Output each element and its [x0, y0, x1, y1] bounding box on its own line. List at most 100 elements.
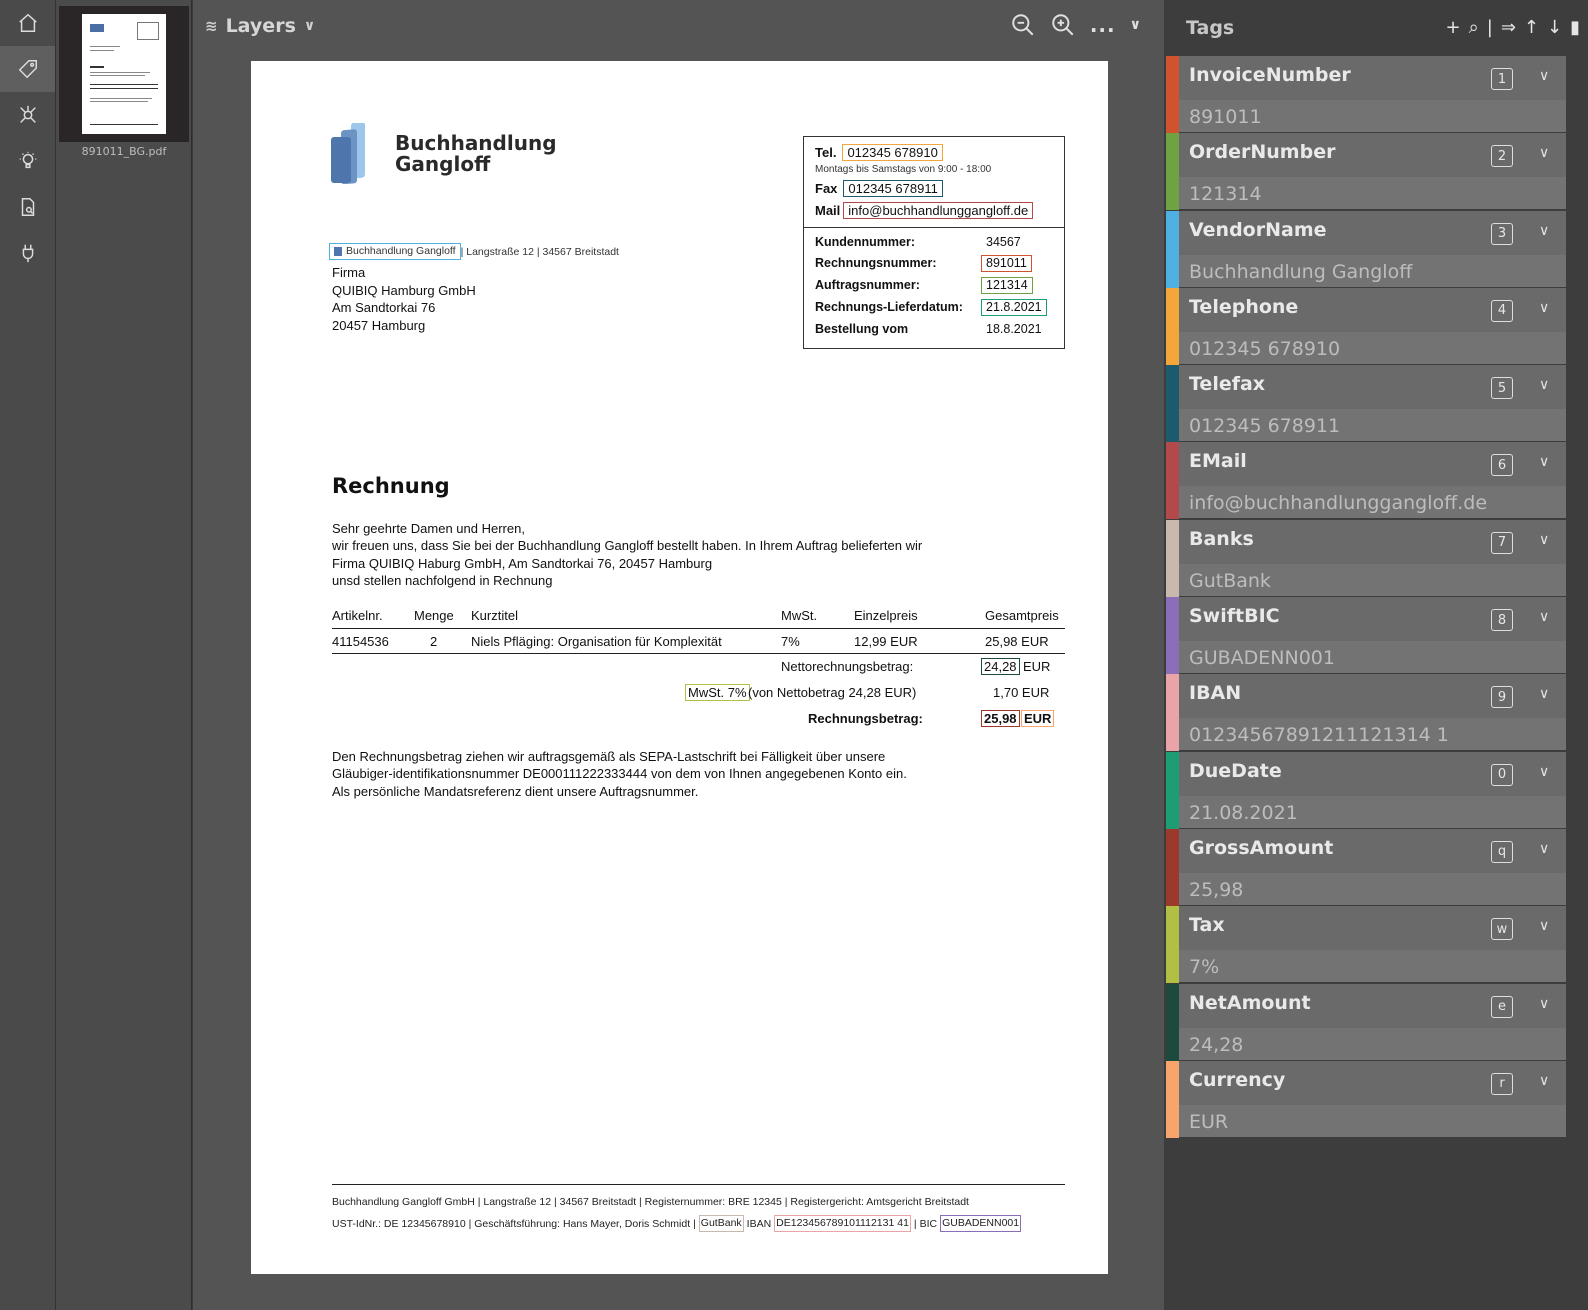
- sender-address: | Langstraße 12 | 34567 Breitstadt: [460, 245, 619, 258]
- search-tags-button[interactable]: ⌕: [1469, 17, 1479, 38]
- zoom-out-icon[interactable]: [1010, 12, 1036, 38]
- chevron-down-icon[interactable]: ∨: [1539, 918, 1549, 934]
- tag-hotkey: r: [1491, 1072, 1513, 1095]
- tag-value-text: 24,28: [1189, 1033, 1244, 1056]
- tag-header[interactable]: InvoiceNumber 1 ∨: [1179, 56, 1566, 100]
- apply-tag-button[interactable]: ⇒: [1501, 17, 1516, 38]
- chevron-down-icon[interactable]: ∨: [1539, 68, 1549, 84]
- tag-item-currency[interactable]: Currency r ∨ EUR: [1165, 1060, 1588, 1138]
- tel-label: Tel.: [815, 145, 837, 160]
- kv-label: Rechnungsnummer:: [815, 256, 937, 270]
- table-header: Menge: [414, 608, 454, 623]
- thumbnail-card[interactable]: [59, 6, 189, 142]
- tag-name: InvoiceNumber: [1189, 64, 1351, 86]
- tag-item-swiftbic[interactable]: SwiftBIC 8 ∨ GUBADENN001: [1165, 597, 1588, 675]
- tag-header[interactable]: EMail 6 ∨: [1179, 442, 1566, 487]
- chevron-down-icon[interactable]: ∨: [1539, 377, 1549, 393]
- tax-rate-highlight[interactable]: MwSt. 7%: [685, 684, 750, 701]
- chevron-down-icon[interactable]: ∨: [1539, 1073, 1549, 1089]
- zoom-in-icon[interactable]: [1050, 12, 1076, 38]
- tag-name: GrossAmount: [1189, 836, 1334, 859]
- body-line: Firma QUIBIQ Haburg GmbH, Am Sandtorkai …: [332, 555, 713, 571]
- order-number-value[interactable]: 121314: [981, 277, 1033, 294]
- invoice-number-value[interactable]: 891011: [981, 255, 1032, 272]
- tel-value[interactable]: 012345 678910: [842, 144, 943, 161]
- bic-highlight[interactable]: GUBADENN001: [940, 1215, 1022, 1232]
- chevron-down-icon[interactable]: ∨: [1539, 841, 1549, 857]
- chevron-down-icon[interactable]: ∨: [1130, 17, 1142, 33]
- gross-amount-value[interactable]: 25,98: [981, 710, 1020, 727]
- company-logo: Buchhandlung Gangloff: [331, 123, 557, 185]
- tag-item-tax[interactable]: Tax w ∨ 7%: [1165, 906, 1588, 984]
- table-header: Gesamtpreis: [985, 608, 1059, 623]
- tag-header[interactable]: Currency r ∨: [1179, 1060, 1566, 1105]
- tag-header[interactable]: DueDate 0 ∨: [1179, 751, 1566, 796]
- kv-label: Auftragsnummer:: [815, 278, 920, 292]
- tag-item-email[interactable]: EMail 6 ∨ info@buchhandlunggangloff.de: [1165, 442, 1588, 520]
- tag-header[interactable]: OrderNumber 2 ∨: [1179, 133, 1566, 178]
- tag-item-iban[interactable]: IBAN 9 ∨ 01234567891211121314 1: [1165, 674, 1588, 752]
- address-line: QUIBIQ Hamburg GmbH: [332, 282, 476, 298]
- tag-item-vendorname[interactable]: VendorName 3 ∨ Buchhandlung Gangloff: [1165, 210, 1588, 288]
- address-line: Am Sandtorkai 76: [332, 300, 436, 315]
- tag-header[interactable]: SwiftBIC 8 ∨: [1179, 597, 1566, 642]
- move-down-button[interactable]: ↓: [1547, 17, 1562, 38]
- tag-header[interactable]: Telefax 5 ∨: [1179, 365, 1566, 410]
- bank-highlight[interactable]: GutBank: [698, 1215, 744, 1232]
- layers-dropdown[interactable]: ≋ Layers ∨: [205, 15, 315, 37]
- nav-tags[interactable]: [0, 46, 55, 92]
- contact-info-box: Tel. 012345 678910 Montags bis Samstags v…: [803, 136, 1065, 349]
- nav-tips[interactable]: [0, 138, 55, 184]
- nav-connections[interactable]: [0, 92, 55, 138]
- chevron-down-icon[interactable]: ∨: [1539, 454, 1549, 470]
- nav-plugins[interactable]: [0, 230, 55, 276]
- chevron-down-icon[interactable]: ∨: [1539, 532, 1549, 548]
- tag-item-grossamount[interactable]: GrossAmount q ∨ 25,98: [1165, 828, 1588, 906]
- tag-item-telephone[interactable]: Telephone 4 ∨ 012345 678910: [1165, 287, 1588, 365]
- tags-panel: Tags + ⌕ | ⇒ ↑ ↓ ▮ InvoiceNumber 1 ∨ 891011…: [1165, 0, 1588, 1310]
- tag-color-bar: [1166, 210, 1179, 288]
- layers-icon: ≋: [205, 17, 218, 35]
- tag-header[interactable]: Tax w ∨: [1179, 906, 1566, 951]
- delete-tag-button[interactable]: ▮: [1570, 17, 1580, 38]
- chevron-down-icon[interactable]: ∨: [1539, 223, 1549, 239]
- due-date-value[interactable]: 21.8.2021: [981, 299, 1047, 316]
- net-amount-currency: EUR: [1023, 659, 1051, 674]
- tag-item-banks[interactable]: Banks 7 ∨ GutBank: [1165, 519, 1588, 597]
- chevron-down-icon[interactable]: ∨: [1539, 764, 1549, 780]
- tag-header[interactable]: GrossAmount q ∨: [1179, 828, 1566, 873]
- tag-value: 7%: [1179, 950, 1566, 983]
- tag-hotkey: 1: [1491, 68, 1513, 90]
- fax-value[interactable]: 012345 678911: [843, 180, 943, 197]
- chevron-down-icon[interactable]: ∨: [1539, 686, 1549, 702]
- iban-highlight[interactable]: DE123456789101112131 41: [774, 1215, 911, 1232]
- tag-item-telefax[interactable]: Telefax 5 ∨ 012345 678911: [1165, 365, 1588, 443]
- tag-header[interactable]: Telephone 4 ∨: [1179, 287, 1566, 332]
- currency-value[interactable]: EUR: [1021, 710, 1055, 727]
- net-amount-value[interactable]: 24,28: [981, 658, 1020, 675]
- tag-item-duedate[interactable]: DueDate 0 ∨ 21.08.2021: [1165, 751, 1588, 829]
- tag-item-netamount[interactable]: NetAmount e ∨ 24,28: [1165, 983, 1588, 1061]
- opening-hours: Montags bis Samstags von 9:00 - 18:00: [815, 164, 992, 175]
- tag-header[interactable]: Banks 7 ∨: [1179, 519, 1566, 564]
- more-options-button[interactable]: ...: [1090, 13, 1116, 37]
- tag-header[interactable]: VendorName 3 ∨: [1179, 210, 1566, 255]
- tag-item-ordernumber[interactable]: OrderNumber 2 ∨ 121314: [1165, 133, 1588, 211]
- tag-hotkey: 0: [1491, 763, 1513, 786]
- move-up-button[interactable]: ↑: [1524, 17, 1539, 38]
- tag-header[interactable]: NetAmount e ∨: [1179, 983, 1566, 1028]
- kv-label: Bestellung vom: [815, 322, 909, 336]
- add-tag-button[interactable]: +: [1446, 17, 1461, 38]
- tag-header[interactable]: IBAN 9 ∨: [1179, 674, 1566, 719]
- mail-value[interactable]: info@buchhandlunggangloff.de: [843, 202, 1034, 219]
- nav-home[interactable]: [0, 0, 55, 46]
- tag-item-invoicenumber[interactable]: InvoiceNumber 1 ∨ 891011: [1165, 56, 1588, 133]
- chevron-down-icon[interactable]: ∨: [1539, 300, 1549, 316]
- chevron-down-icon[interactable]: ∨: [1539, 609, 1549, 625]
- home-icon: [18, 13, 37, 32]
- tag-list: InvoiceNumber 1 ∨ 891011 OrderNumber 2 ∨ 121314…: [1165, 56, 1588, 1138]
- chevron-down-icon[interactable]: ∨: [1539, 996, 1549, 1012]
- vendor-name-highlight[interactable]: Buchhandlung Gangloff: [329, 243, 461, 260]
- nav-documents[interactable]: [0, 184, 55, 230]
- chevron-down-icon[interactable]: ∨: [1539, 145, 1549, 161]
